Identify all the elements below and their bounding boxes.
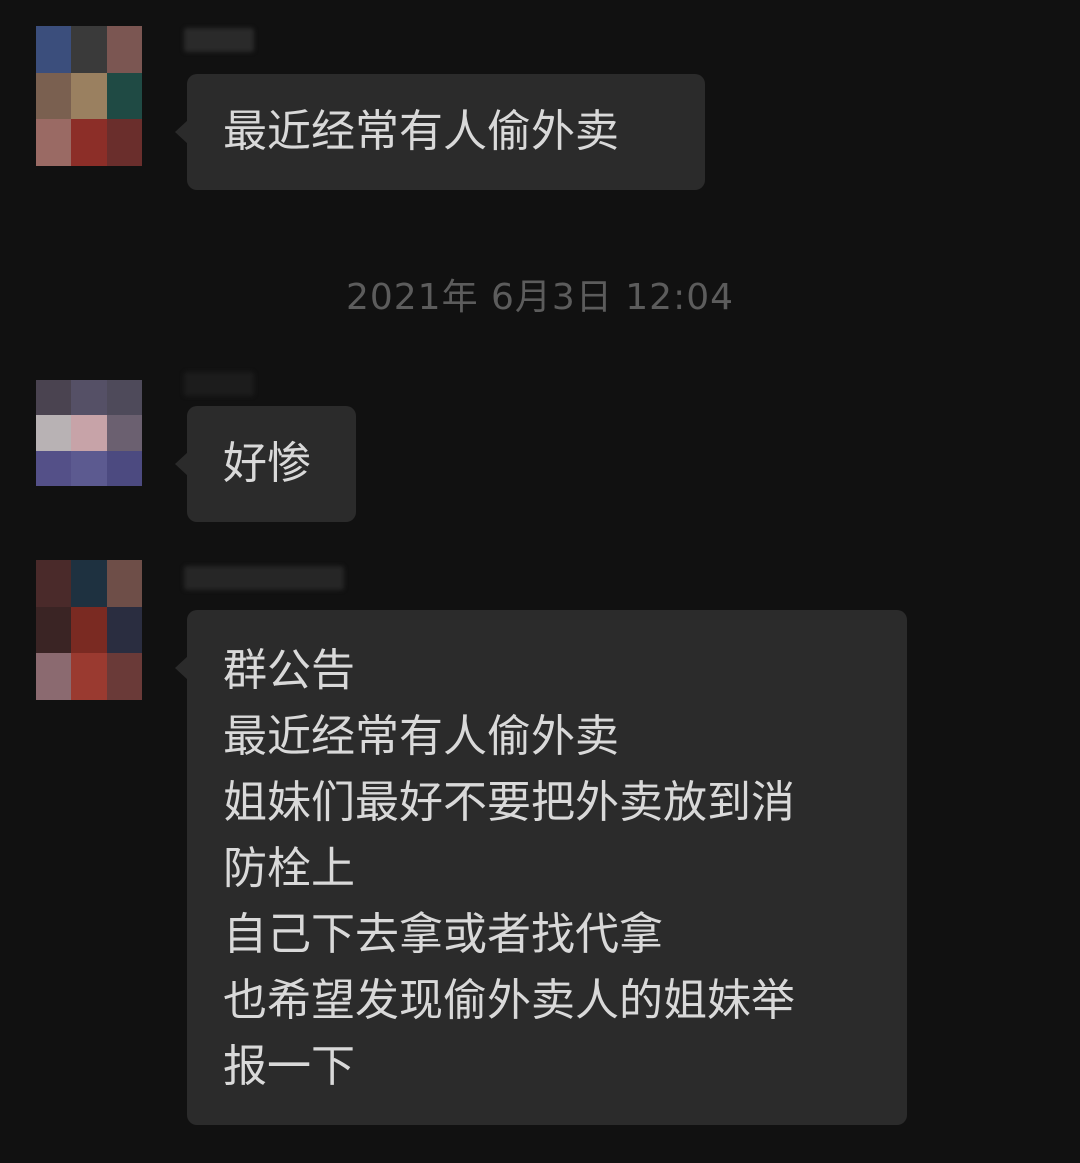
message-text: 好惨 — [223, 438, 311, 489]
avatar-pixel — [106, 119, 142, 166]
avatar-pixel — [106, 606, 142, 654]
avatar-pixel — [106, 380, 142, 416]
avatar-pixel — [71, 560, 107, 607]
avatar-pixel — [36, 450, 72, 486]
avatar-pixel — [106, 415, 142, 451]
avatar-pixel — [106, 72, 142, 120]
message-bubble[interactable]: 好惨 — [175, 406, 356, 522]
avatar-pixel — [36, 415, 72, 451]
avatar-pixel — [71, 119, 107, 166]
avatar-pixel — [71, 450, 107, 486]
avatar[interactable] — [36, 26, 142, 166]
avatar-pixel — [106, 560, 142, 607]
timestamp: 2021年 6月3日 12:04 — [345, 277, 735, 318]
avatar-pixel — [36, 26, 72, 73]
message-bubble[interactable]: 最近经常有人偷外卖 — [175, 74, 705, 190]
announcement-line: 也希望发现偷外卖人的姐妹举 — [223, 975, 795, 1026]
avatar-pixel — [36, 560, 72, 607]
announcement-line: 防栓上 — [223, 843, 355, 894]
avatar-pixel — [36, 653, 72, 700]
message-text: 最近经常有人偷外卖 — [223, 106, 619, 157]
avatar-pixel — [71, 380, 107, 416]
announcement-line: 最近经常有人偷外卖 — [223, 711, 619, 762]
avatar[interactable] — [36, 560, 142, 700]
avatar-pixel — [71, 26, 107, 73]
avatar-pixel — [36, 380, 72, 416]
announcement-line: 报一下 — [223, 1041, 355, 1092]
avatar-pixel — [36, 119, 72, 166]
avatar-pixel — [71, 653, 107, 700]
avatar-pixel — [71, 606, 107, 654]
sender-name-blurred — [184, 28, 254, 58]
announcement-line: 自己下去拿或者找代拿 — [223, 909, 663, 960]
sender-name-blurred — [184, 372, 254, 402]
avatar-pixel — [36, 606, 72, 654]
announcement-bubble[interactable]: 群公告 最近经常有人偷外卖 姐妹们最好不要把外卖放到消 防栓上 自己下去拿或者找… — [175, 610, 907, 1125]
avatar-pixel — [106, 450, 142, 486]
avatar-pixel — [71, 415, 107, 451]
avatar-pixel — [71, 72, 107, 120]
avatar-pixel — [106, 653, 142, 700]
announcement-line: 姐妹们最好不要把外卖放到消 — [223, 777, 795, 828]
avatar-pixel — [36, 72, 72, 120]
announcement-title: 群公告 — [223, 645, 355, 696]
avatar[interactable] — [36, 380, 142, 486]
avatar-pixel — [106, 26, 142, 73]
sender-name-blurred — [184, 566, 344, 596]
